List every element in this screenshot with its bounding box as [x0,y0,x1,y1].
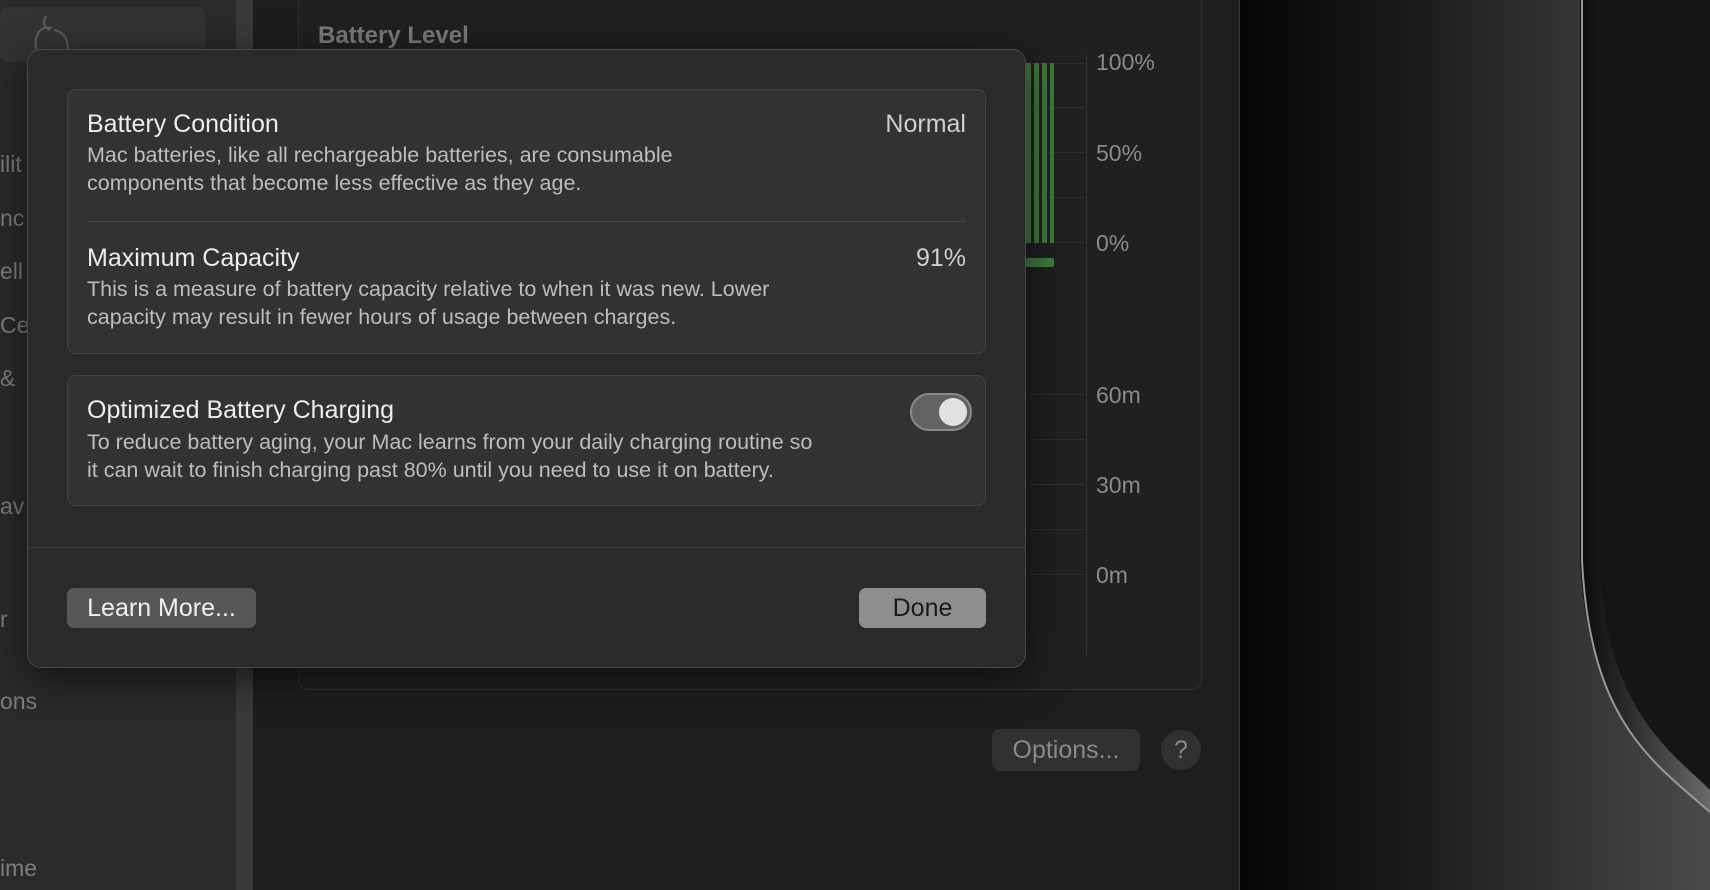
battery-condition-value: Normal [885,110,966,138]
battery-condition-description-line: components that become less effective as… [87,171,582,195]
maximum-capacity-value: 91% [915,244,966,272]
optimized-charging-description: To reduce battery aging, your Mac learns… [87,428,907,484]
done-button[interactable]: Done [859,588,986,628]
maximum-capacity-description-line: capacity may result in fewer hours of us… [87,305,677,329]
sidebar-item-fragment[interactable]: r [0,606,8,633]
battery-health-sheet: Battery Condition Normal Mac batteries, … [27,49,1026,668]
help-button[interactable]: ? [1161,730,1201,770]
sidebar-item-fragment[interactable]: Ce [0,312,29,339]
maximum-capacity-description: This is a measure of battery capacity re… [87,275,907,331]
grid-line [1030,394,1085,395]
chart-title: Battery Level [318,22,469,49]
optimized-charging-title: Optimized Battery Charging [87,396,395,424]
maximum-capacity-description-line: This is a measure of battery capacity re… [87,277,770,301]
battery-condition-description: Mac batteries, like all rechargeable bat… [87,141,907,197]
optimized-charging-card: Optimized Battery Charging To reduce bat… [67,375,986,506]
time-tick-label: 30m [1096,472,1141,498]
grid-line [1030,439,1085,440]
sidebar-item-fragment[interactable]: av [0,493,24,520]
optimized-charging-toggle[interactable] [910,393,972,431]
time-tick-label: 0m [1096,562,1128,588]
grid-line [1030,529,1085,530]
learn-more-button[interactable]: Learn More... [67,588,256,628]
optimized-charging-description-line: it can wait to finish charging past 80% … [87,458,774,482]
battery-condition-description-line: Mac batteries, like all rechargeable bat… [87,143,673,167]
level-tick-label: 0% [1096,230,1130,256]
time-tick-label: 60m [1096,382,1141,408]
options-button[interactable]: Options... [992,729,1140,771]
battery-level-bar-base [1024,258,1054,267]
level-tick-label: 100% [1096,49,1155,75]
wallpaper-curve-graphic [1580,0,1710,813]
grid-line [1030,484,1085,485]
sheet-footer-divider [28,547,1025,548]
battery-level-bar [1034,63,1039,243]
battery-level-bar [1050,63,1054,243]
chart-axis [1086,55,1087,655]
battery-health-card: Battery Condition Normal Mac batteries, … [67,89,986,354]
toggle-knob [939,398,967,426]
battery-level-bar [1042,63,1047,243]
card-divider [87,221,966,222]
sidebar-item-fragment[interactable]: nc [0,205,24,232]
desktop-wallpaper [1240,0,1710,890]
maximum-capacity-title: Maximum Capacity [87,244,300,272]
sidebar-item-fragment[interactable]: ell [0,258,23,285]
optimized-charging-description-line: To reduce battery aging, your Mac learns… [87,430,813,454]
sidebar-item-fragment[interactable]: ons [0,688,37,715]
level-tick-label: 50% [1096,140,1143,166]
battery-level-bar [1026,63,1031,243]
sidebar-item-fragment[interactable]: ime [0,855,37,882]
sidebar-item-fragment[interactable]: ilit [0,151,22,178]
sidebar-item-fragment[interactable]: & [0,365,15,392]
battery-condition-title: Battery Condition [87,110,279,138]
grid-line [1030,574,1085,575]
